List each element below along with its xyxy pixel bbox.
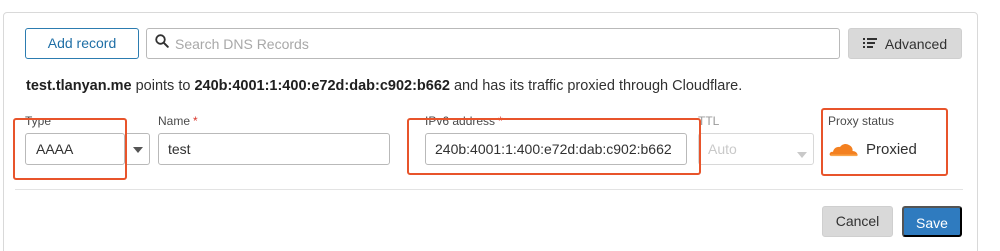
- summary-text-1: points to: [131, 78, 195, 94]
- name-required-mark: *: [193, 114, 198, 128]
- summary-host: test.tlanyan.me: [26, 78, 132, 94]
- search-box[interactable]: [146, 28, 840, 59]
- summary-address: 240b:4001:1:400:e72d:dab:c902:b662: [194, 78, 450, 94]
- ttl-chevron-down-icon: [797, 145, 807, 163]
- ttl-label: TTL: [698, 114, 720, 128]
- advanced-button[interactable]: Advanced: [848, 28, 962, 59]
- add-record-button[interactable]: Add record: [25, 28, 139, 59]
- type-highlight-box: [13, 118, 127, 180]
- list-icon: [862, 36, 877, 52]
- cancel-button[interactable]: Cancel: [822, 206, 893, 237]
- name-input[interactable]: test: [158, 133, 390, 165]
- save-button[interactable]: Save: [902, 206, 962, 237]
- advanced-label: Advanced: [884, 35, 948, 52]
- type-dropdown-button[interactable]: [125, 133, 150, 165]
- proxy-highlight-box: [821, 108, 948, 176]
- record-summary: test.tlanyan.me points to 240b:4001:1:40…: [26, 78, 742, 94]
- chevron-down-icon: [132, 140, 143, 158]
- form-divider: [15, 189, 963, 190]
- summary-text-2: and has its traffic proxied through Clou…: [449, 78, 743, 94]
- name-label: Name *: [158, 114, 198, 128]
- search-icon: [155, 34, 169, 53]
- ipv6-highlight-box: [407, 118, 701, 175]
- search-input[interactable]: [169, 29, 839, 58]
